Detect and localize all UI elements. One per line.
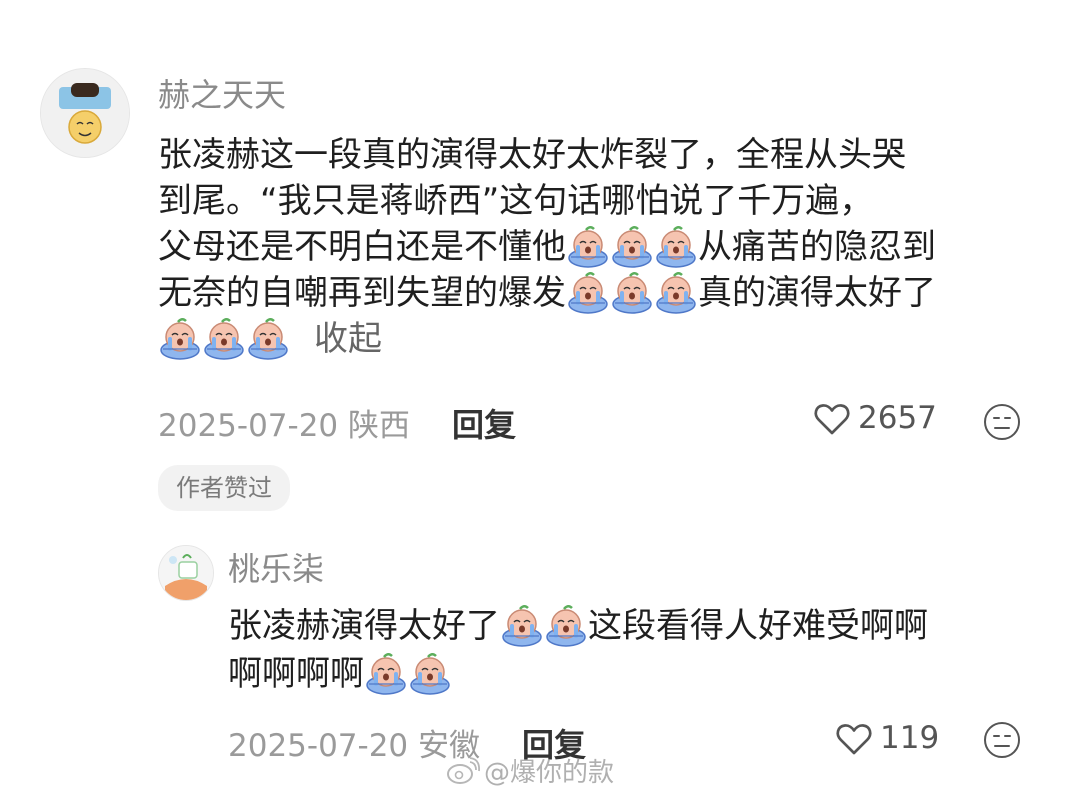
comment-line: 到尾。“我只是蒋峤西”这句话哪怕说了千万遍， [158,181,874,221]
crying-emoji-icon [566,271,610,315]
comment-meta: 2025-07-20 陕西 [158,400,410,445]
comment-line-text: 真的演得太好了 [698,273,936,313]
like-button[interactable]: 2657 [812,398,937,438]
reply-date: 2025-07-20 [228,728,409,764]
crying-emoji-icon [566,225,610,269]
neutral-face-icon[interactable] [982,402,1022,442]
neutral-face-icon[interactable] [982,720,1022,760]
comment-line: 张凌赫这一段真的演得太好太炸裂了，全程从头哭 [158,135,906,175]
comment-location: 陕西 [348,408,411,444]
comment-date: 2025-07-20 [158,408,339,444]
comment-text: 张凌赫这一段真的演得太好太炸裂了，全程从头哭 到尾。“我只是蒋峤西”这句话哪怕说… [158,132,936,362]
comment-line: 无奈的自嘲再到失望的爆发 真的演得太好了 [158,270,936,316]
reply-avatar[interactable] [158,545,214,601]
comment-username[interactable]: 赫之天天 [158,70,286,116]
crying-emoji-icon [544,604,588,648]
reply-button[interactable]: 回复 [452,400,516,446]
crying-emoji-icon [610,271,654,315]
reply-meta: 2025-07-20 安徽 [228,720,480,765]
reply-username[interactable]: 桃乐柒 [228,544,324,590]
reply-line: 啊啊啊啊 [228,650,928,698]
reply-line: 张凌赫演得太好了 这段看得人好难受啊啊 [228,602,928,650]
comment-line: 父母还是不明白还是不懂他 从痛苦的隐忍到 [158,224,936,270]
weibo-icon [447,756,480,784]
author-liked-badge: 作者赞过 [158,465,290,511]
avatar[interactable] [40,68,130,158]
heart-icon [814,404,850,435]
crying-emoji-icon [408,652,452,696]
reply-line-text: 这段看得人好难受啊啊 [588,606,928,646]
reply-like-count: 119 [880,720,940,756]
crying-emoji-icon [364,652,408,696]
like-count: 2657 [858,400,937,436]
reply-line-text: 啊啊啊啊 [228,654,364,694]
crying-emoji-icon [246,317,290,361]
crying-emoji-icon [654,225,698,269]
comment-line-text: 父母还是不明白还是不懂他 [158,227,566,267]
watermark: @爆你的款 [446,752,614,789]
crying-emoji-icon [654,271,698,315]
reply-text: 张凌赫演得太好了 这段看得人好难受啊啊 啊啊啊啊 [228,602,928,698]
crying-emoji-icon [158,317,202,361]
crying-emoji-icon [500,604,544,648]
reply-line-text: 张凌赫演得太好了 [228,606,500,646]
comment-line-text: 从痛苦的隐忍到 [698,227,936,267]
reply-like-button[interactable]: 119 [834,718,939,758]
heart-icon [836,724,872,755]
crying-emoji-icon [202,317,246,361]
collapse-link[interactable]: 收起 [314,316,382,362]
crying-emoji-icon [610,225,654,269]
comment-line-text: 无奈的自嘲再到失望的爆发 [158,273,566,313]
watermark-text: @爆你的款 [484,758,615,788]
comment-line: 收起 [158,316,936,362]
